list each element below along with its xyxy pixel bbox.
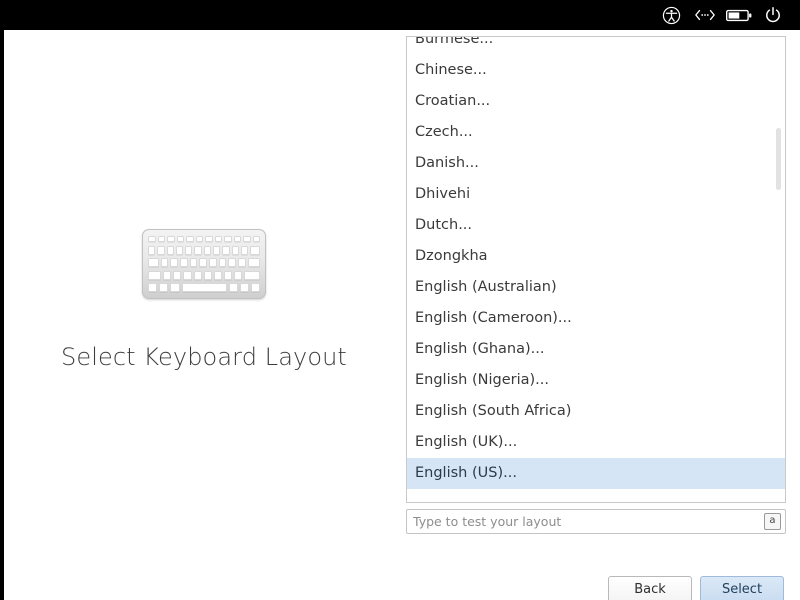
layout-list-items: Burmese...Chinese...Croatian...Czech...D… xyxy=(407,36,785,489)
right-pane: Burmese...Chinese...Croatian...Czech...D… xyxy=(406,36,788,534)
left-pane: Select Keyboard Layout xyxy=(4,30,404,570)
list-item[interactable]: Burmese... xyxy=(407,36,785,55)
power-icon[interactable] xyxy=(756,0,790,30)
installer-screen: Select Keyboard Layout Burmese...Chinese… xyxy=(0,0,800,600)
list-item[interactable]: English (Australian) xyxy=(407,272,785,303)
scrollbar-thumb[interactable] xyxy=(776,128,781,190)
list-item[interactable]: English (Nigeria)... xyxy=(407,365,785,396)
list-item[interactable]: Danish... xyxy=(407,148,785,179)
input-method-icon[interactable] xyxy=(688,0,722,30)
list-item[interactable]: Croatian... xyxy=(407,86,785,117)
back-button[interactable]: Back xyxy=(608,576,692,600)
system-topbar xyxy=(0,0,800,30)
keyboard-indicator-icon[interactable]: a xyxy=(764,513,781,530)
list-item[interactable]: English (Cameroon)... xyxy=(407,303,785,334)
list-item[interactable]: Czech... xyxy=(407,117,785,148)
battery-icon[interactable] xyxy=(722,0,756,30)
test-layout-field[interactable]: a xyxy=(406,509,786,534)
list-item[interactable]: English (UK)... xyxy=(407,427,785,458)
list-item[interactable]: Dhivehi xyxy=(407,179,785,210)
footer-actions: Back Select xyxy=(4,576,796,600)
list-item[interactable]: English (South Africa) xyxy=(407,396,785,427)
keyboard-layout-list[interactable]: Burmese...Chinese...Croatian...Czech...D… xyxy=(406,36,786,503)
list-item[interactable]: Dutch... xyxy=(407,210,785,241)
page-title: Select Keyboard Layout xyxy=(61,343,347,371)
list-item[interactable]: Chinese... xyxy=(407,55,785,86)
accessibility-icon[interactable] xyxy=(654,0,688,30)
list-item[interactable]: English (US)... xyxy=(407,458,785,489)
page-body: Select Keyboard Layout Burmese...Chinese… xyxy=(4,30,800,600)
list-item[interactable]: English (Ghana)... xyxy=(407,334,785,365)
test-layout-input[interactable] xyxy=(407,514,764,529)
list-item[interactable]: Dzongkha xyxy=(407,241,785,272)
layout-list-scrollbar[interactable] xyxy=(774,38,784,503)
select-button[interactable]: Select xyxy=(700,576,784,600)
keyboard-icon xyxy=(142,229,266,299)
